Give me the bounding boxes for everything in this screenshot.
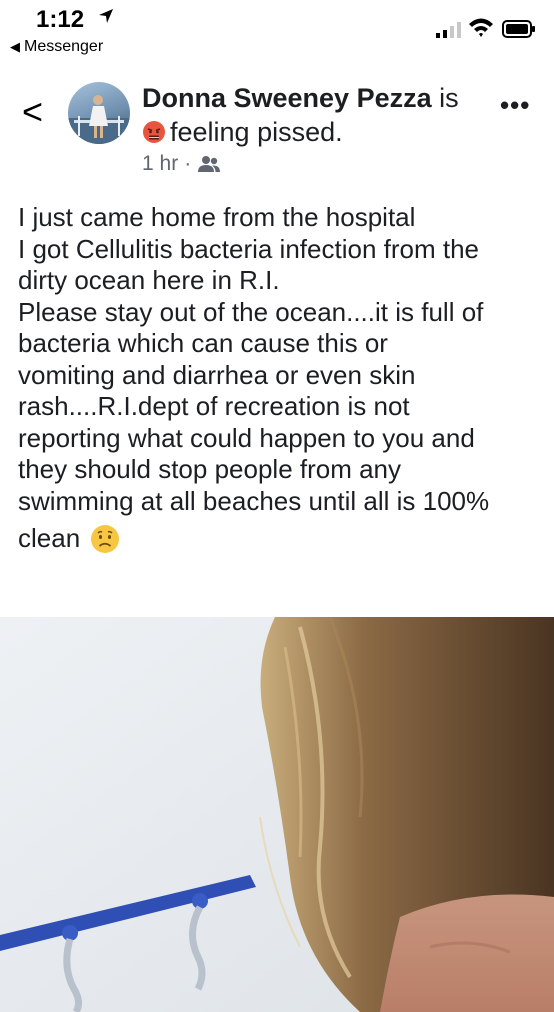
- post-body: I just came home from the hospital I got…: [18, 202, 538, 555]
- meta-separator: ·: [184, 152, 192, 175]
- author-suffix: is: [439, 83, 459, 113]
- post-line: clean: [18, 523, 81, 553]
- post-photo-image: [0, 617, 554, 1012]
- post-timestamp[interactable]: 1 hr: [142, 152, 178, 175]
- post-line: rash....R.I.dept of recreation is not: [18, 391, 410, 421]
- pouting-face-emoji-icon: [143, 121, 165, 143]
- post-line: vomiting and diarrhea or even skin: [18, 359, 416, 390]
- post-meta: 1 hr ·: [142, 152, 221, 176]
- post-line-last: clean: [18, 523, 538, 555]
- avatar-photo: [68, 95, 130, 144]
- author-name[interactable]: Donna Sweeney Pezza: [142, 83, 432, 113]
- feeling-text: feeling pissed.: [170, 117, 343, 147]
- post-photo[interactable]: [0, 617, 554, 1012]
- author-line: Donna Sweeney Pezza is: [142, 82, 459, 114]
- post-header: < Donna Sweeney Pezza is feeling pissed.…: [0, 76, 554, 186]
- location-arrow-icon: [99, 9, 113, 23]
- back-triangle-icon: ◀: [10, 39, 20, 54]
- wifi-icon: [469, 18, 493, 37]
- back-chevron-icon[interactable]: <: [22, 94, 43, 130]
- post-line: bacteria which can cause this or: [18, 328, 388, 358]
- post-line: dirty ocean here in R.I.: [18, 265, 280, 295]
- cellular-signal-icon: [436, 22, 461, 38]
- post-line: swimming at all beaches until all is 100…: [18, 485, 490, 516]
- post-line: they should stop people from any: [18, 454, 402, 484]
- feeling-line: feeling pissed.: [142, 116, 343, 148]
- more-options-button[interactable]: •••: [500, 90, 530, 121]
- post-line: I got Cellulitis bacteria infection from…: [18, 233, 479, 264]
- back-to-messenger[interactable]: ◀ Messenger: [10, 38, 103, 56]
- back-app-label: Messenger: [24, 38, 104, 55]
- post-line: I just came home from the hospital: [18, 202, 416, 232]
- avatar[interactable]: [68, 82, 130, 144]
- worried-face-emoji-icon: [91, 524, 120, 553]
- post-line: Please stay out of the ocean....it is fu…: [18, 296, 484, 327]
- status-bar: 1:12 ◀ Messenger: [0, 0, 554, 62]
- friends-icon[interactable]: [197, 155, 221, 173]
- battery-icon: [502, 20, 535, 38]
- post-line: reporting what could happen to you and: [18, 422, 475, 453]
- status-time: 1:12: [36, 6, 85, 33]
